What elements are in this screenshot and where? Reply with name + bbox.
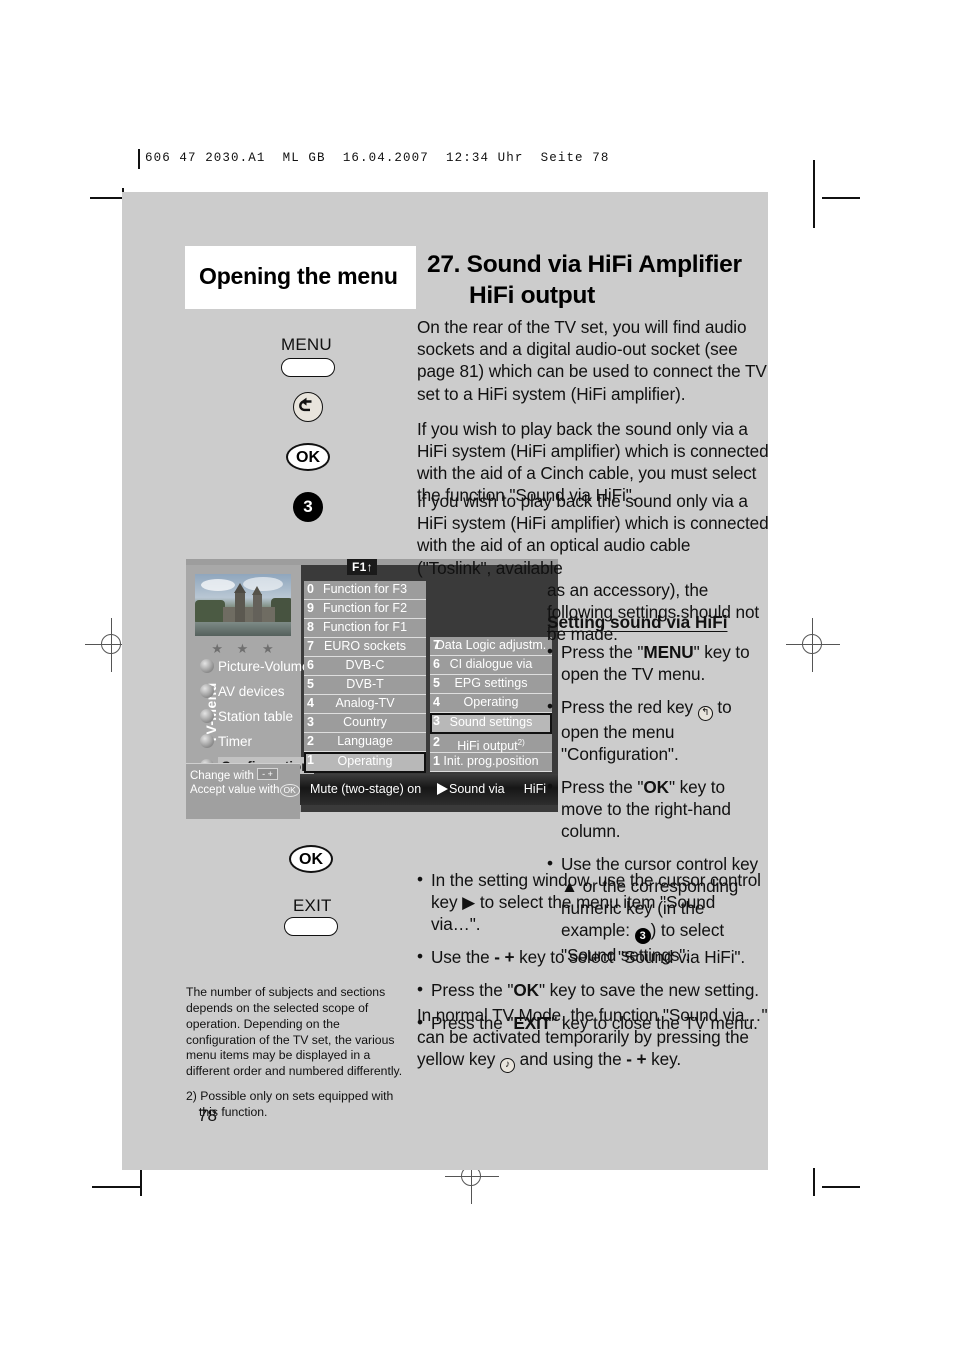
sphere-bullet-icon: [200, 659, 214, 673]
tv-middle-row[interactable]: 2 Language: [304, 733, 426, 752]
tv-middle-row[interactable]: 5 DVB-T: [304, 676, 426, 695]
tv-middle-row[interactable]: 7 EURO sockets: [304, 638, 426, 657]
tv-category-station-table[interactable]: Station table: [200, 707, 293, 726]
tv-category-av-devices[interactable]: AV devices: [200, 682, 285, 701]
header-left-band: Opening the menu: [185, 246, 416, 309]
ok-key-button-bottom[interactable]: OK: [289, 845, 333, 873]
tv-middle-list: 0 Function for F3 9 Function for F2 8 Funct…: [304, 581, 426, 773]
right-arrow-icon: [437, 783, 448, 795]
tv-right-row[interactable]: 5 EPG settings: [430, 675, 552, 694]
bullet-save-ok: Press the "OK" key to save the new setti…: [417, 978, 769, 1001]
tv-middle-row[interactable]: 9 Function for F2: [304, 600, 426, 619]
tv-hint-line-2: Accept value with OK: [190, 784, 300, 797]
tv-left-pane: ★ ★ ★ TV-Menu Picture-Volume AV devices …: [186, 565, 315, 819]
footnote-2: 2) Possible only on sets equipped with t…: [186, 1089, 394, 1120]
tv-right-row[interactable]: 6 CI dialogue via: [430, 656, 552, 675]
return-arrow-icon: ↰: [697, 706, 713, 722]
minus-plus-key-icon: - +: [626, 1049, 647, 1070]
tv-middle-row[interactable]: 4 Analog-TV: [304, 695, 426, 714]
menu-key-label: MENU: [281, 335, 332, 354]
paragraph-intro: On the rear of the TV set, you will find…: [417, 317, 767, 404]
crop-mark-top-right-vertical: [813, 160, 815, 228]
chapter-title-line1: 27. Sound via HiFi Amplifier: [427, 251, 742, 278]
registration-mark-right: [786, 618, 840, 672]
footnote-scope: The number of subjects and sections depe…: [186, 985, 403, 1079]
header-right-band: 27. Sound via HiFi Amplifier HiFi output: [416, 246, 768, 309]
tv-right-row[interactable]: 1 Init. prog.position: [430, 753, 552, 772]
footnotes-block: The number of subjects and sections depe…: [186, 985, 404, 1130]
tv-middle-row[interactable]: 8 Function for F1: [304, 619, 426, 638]
tv-status-bar-right[interactable]: Sound via HiFi: [430, 774, 558, 805]
tv-right-row[interactable]: 4 Operating: [430, 694, 552, 713]
sphere-bullet-icon: [200, 734, 214, 748]
setting-sound-heading: Setting sound via HiFi: [547, 612, 728, 632]
bullet-press-red-key: Press the red key ↰ to open the menu "Co…: [547, 695, 769, 765]
section-title: Opening the menu: [199, 263, 398, 289]
paragraph-normal-tv-mode: In normal TV Mode, the function "Sound v…: [417, 1004, 769, 1074]
paragraph-toslink: If you wish to play back the sound only …: [417, 490, 769, 658]
bullet-setting-window: In the setting window, use the cursor co…: [417, 868, 769, 935]
exit-key-button[interactable]: [284, 917, 338, 936]
bullet-press-ok: Press the "OK" key to move to the right-…: [547, 775, 769, 842]
tv-hint-box: Change with - + Accept value with OK: [186, 763, 300, 819]
tv-preview-image: [195, 574, 291, 636]
crop-mark-bottom-left-horizontal: [92, 1186, 142, 1188]
tv-rating-stars: ★ ★ ★: [211, 641, 279, 656]
menu-key-button[interactable]: [281, 358, 335, 377]
crop-mark-bottom-right-vertical: [813, 1168, 815, 1196]
tv-status-bar-left: Mute (two-stage) on: [300, 774, 430, 805]
ok-chip-icon: OK: [279, 784, 300, 797]
printer-header: 606 47 2030.A1 ML GB 16.04.2007 12:34 Uh…: [145, 151, 610, 165]
return-arrow-icon: [299, 397, 312, 412]
tv-category-picture-volume[interactable]: Picture-Volume: [200, 657, 310, 676]
crop-mark-bottom-right-horizontal: [822, 1186, 860, 1188]
tv-middle-row[interactable]: 6 DVB-C: [304, 657, 426, 676]
printer-header-rule: [138, 149, 140, 169]
tv-f1-badge: F1↑: [347, 559, 377, 575]
tv-middle-row[interactable]: 0 Function for F3: [304, 581, 426, 600]
minus-plus-key-icon: - +: [494, 947, 515, 968]
tv-right-row-selected[interactable]: 3 Sound settings: [430, 713, 552, 734]
ok-key-button-top[interactable]: OK: [286, 443, 330, 471]
chapter-title: 27. Sound via HiFi Amplifier HiFi output: [427, 250, 767, 312]
tv-middle-row-selected[interactable]: 1 Operating: [304, 752, 426, 773]
tv-category-timer[interactable]: Timer: [200, 732, 252, 751]
body-column: On the rear of the TV set, you will find…: [417, 316, 769, 520]
paragraph-toslink-wide: If you wish to play back the sound only …: [417, 491, 769, 578]
music-note-icon: ♪: [499, 1058, 515, 1074]
numeric-key-3-button[interactable]: 3: [293, 492, 323, 522]
sphere-bullet-icon: [200, 684, 214, 698]
sphere-bullet-icon: [200, 709, 214, 723]
tv-right-row[interactable]: 2 HiFi output2): [430, 734, 552, 753]
up-arrow-icon: ↑: [366, 560, 373, 574]
tv-hint-line-1: Change with - +: [190, 768, 278, 782]
bullet-minus-plus: Use the - + key to select "Sound via HiF…: [417, 945, 769, 968]
chapter-title-line2: HiFi output: [469, 281, 595, 309]
page-number: 78: [198, 1106, 217, 1125]
paragraph-normal-text: In normal TV Mode, the function "Sound v…: [417, 1004, 769, 1074]
minus-plus-key-icon: - +: [257, 768, 278, 780]
crop-mark-top-right-horizontal: [822, 197, 860, 199]
tv-middle-row[interactable]: 3 Country: [304, 714, 426, 733]
crop-mark-bottom-left-vertical: [140, 1168, 142, 1196]
bullet-press-menu: Press the "MENU" key to open the TV menu…: [547, 640, 769, 685]
red-return-key-button[interactable]: [293, 392, 323, 422]
exit-key-label: EXIT: [293, 896, 332, 915]
